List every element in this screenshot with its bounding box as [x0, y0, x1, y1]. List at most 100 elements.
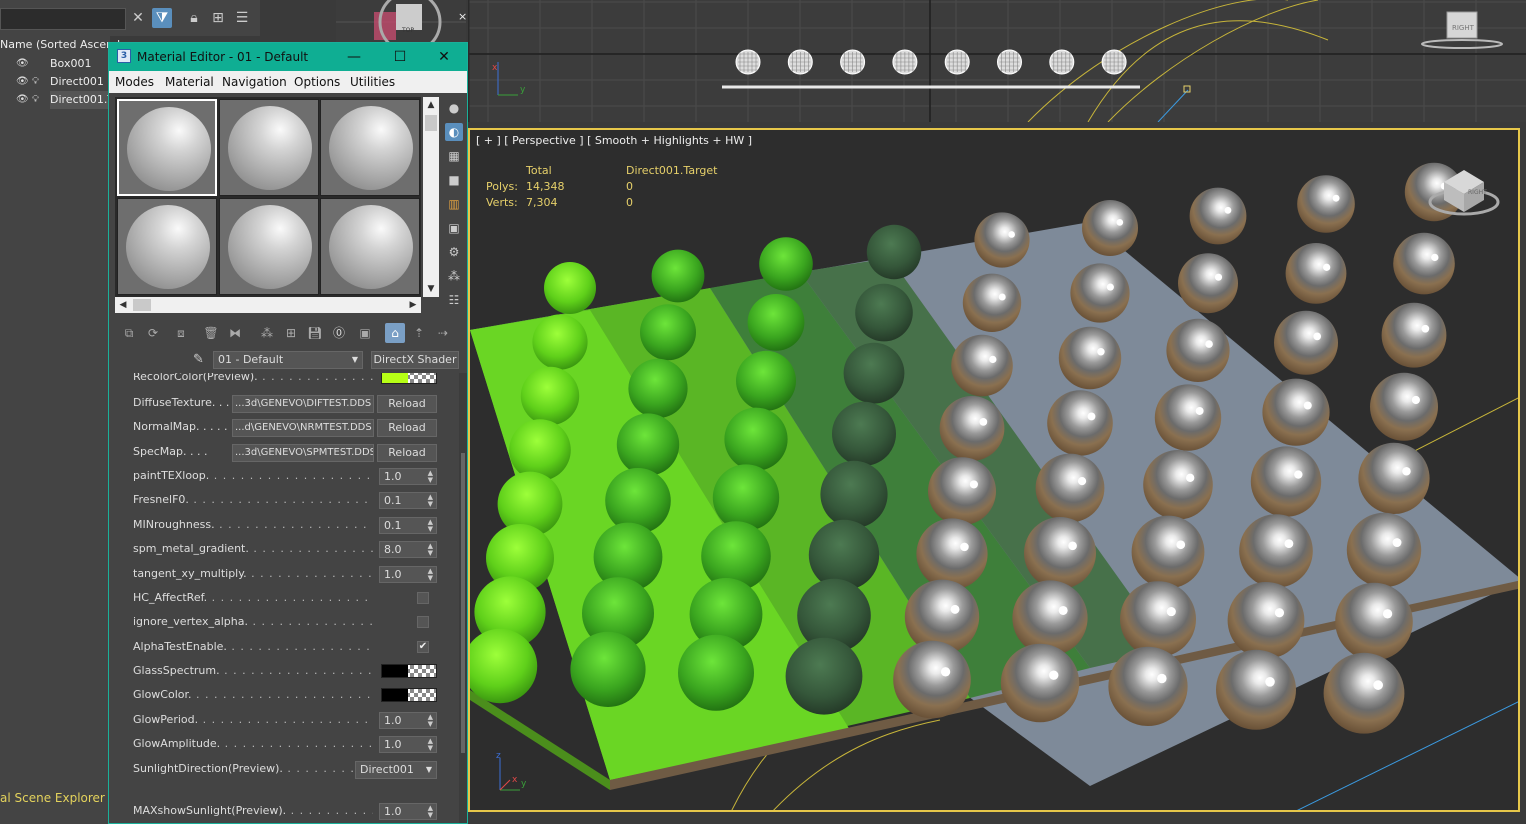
material-id-channel-icon[interactable]: ⓪ — [329, 323, 349, 343]
scene-search-input[interactable] — [0, 8, 126, 30]
name-column-header[interactable]: Name (Sorted Ascending) — [0, 36, 120, 54]
layers-icon[interactable]: ☰ — [232, 8, 252, 28]
sample-slot-2[interactable] — [219, 99, 319, 196]
spinner-arrows-icon[interactable]: ▲ ▼ — [428, 542, 433, 557]
glow-amplitude-spinner[interactable]: 1.0 ▲ ▼ — [379, 736, 437, 753]
visibility-eye-icon[interactable]: 👁︎ — [16, 91, 29, 109]
alpha-test-enable-checkbox[interactable]: ✔ — [417, 641, 429, 653]
put-to-library-icon[interactable]: ⊞ — [281, 323, 301, 343]
spinner-arrows-icon[interactable]: ▲ ▼ — [428, 737, 433, 752]
video-color-check-icon[interactable]: ▥ — [445, 195, 463, 213]
sunlight-direction-dropdown[interactable]: Direct001 ▼ — [355, 761, 437, 779]
tangent-xy-multiply-spinner[interactable]: 1.0 ▲ ▼ — [379, 566, 437, 583]
scene-item-box001[interactable]: 👁︎ Box001 — [0, 55, 110, 73]
get-material-icon[interactable]: ⧉ — [119, 323, 139, 343]
sample-slot-6[interactable] — [320, 198, 420, 295]
material-editor-titlebar[interactable]: 3 Material Editor - 01 - Default — ☐ ✕ — [109, 43, 467, 71]
slots-vertical-scrollbar[interactable]: ▲ ▼ — [423, 97, 439, 297]
sample-slot-4[interactable] — [117, 198, 217, 295]
make-preview-icon[interactable]: ▣ — [445, 219, 463, 237]
scene-explorer-footer[interactable]: al Scene Explorer — [0, 788, 110, 808]
material-editor-window[interactable]: 3 Material Editor - 01 - Default — ☐ ✕ M… — [108, 42, 468, 824]
clear-search-icon[interactable]: ✕ — [128, 8, 148, 28]
spinner-arrows-icon[interactable]: ▲ ▼ — [428, 518, 433, 533]
spm-metal-gradient-spinner[interactable]: 8.0 ▲ ▼ — [379, 541, 437, 558]
eyedropper-icon[interactable]: ✎ — [193, 351, 209, 369]
scroll-left-icon[interactable]: ◀ — [115, 297, 131, 313]
options-icon[interactable]: ⚙ — [445, 243, 463, 261]
min-roughness-spinner[interactable]: 0.1 ▲ ▼ — [379, 517, 437, 534]
spec-reload-button[interactable]: Reload — [377, 444, 437, 462]
go-forward-to-sibling-icon[interactable]: ⇢ — [433, 323, 453, 343]
lock-icon[interactable]: 🔒︎ — [184, 8, 204, 28]
viewport-label[interactable]: [ + ] [ Perspective ] [ Smooth + Highlig… — [476, 134, 752, 147]
scroll-right-icon[interactable]: ▶ — [405, 297, 421, 313]
filter-icon[interactable]: ⧩ — [152, 8, 172, 28]
hc-affect-ref-checkbox[interactable] — [417, 592, 429, 604]
make-unique-icon[interactable]: ⁂ — [257, 323, 277, 343]
select-by-material-icon[interactable]: ⁂ — [445, 267, 463, 285]
go-to-parent-icon[interactable]: ⇡ — [409, 323, 429, 343]
assign-to-selection-icon[interactable]: ⧈ — [171, 323, 191, 343]
recolor-swatch[interactable] — [381, 373, 437, 384]
spinner-arrows-icon[interactable]: ▲ ▼ — [428, 713, 433, 728]
sample-type-icon[interactable]: ● — [445, 99, 463, 117]
slots-horizontal-scrollbar[interactable]: ◀ ▶ — [115, 297, 421, 313]
normal-file-button[interactable]: ...d\GENEVO\NRMTEST.DDS — [232, 419, 374, 437]
menu-navigation[interactable]: Navigation — [222, 71, 287, 93]
max-show-sunlight-spinner[interactable]: 1.0 ▲ ▼ — [379, 803, 437, 820]
fresnel-f0-spinner[interactable]: 0.1 ▲ ▼ — [379, 492, 437, 509]
diffuse-reload-button[interactable]: Reload — [377, 395, 437, 413]
sample-slot-3[interactable] — [320, 99, 420, 196]
material-type-button[interactable]: DirectX Shader — [371, 351, 459, 369]
save-icon[interactable]: 💾︎ — [305, 323, 325, 343]
glow-period-spinner[interactable]: 1.0 ▲ ▼ — [379, 712, 437, 729]
spinner-arrows-icon[interactable]: ▲ ▼ — [428, 469, 433, 484]
make-copy-icon[interactable]: ⧓ — [225, 323, 245, 343]
visibility-eye-icon[interactable]: 👁︎ — [16, 55, 29, 73]
glow-color-swatch[interactable] — [381, 688, 437, 702]
spec-file-button[interactable]: ...3d\GENEVO\SPMTEST.DDS — [232, 444, 374, 462]
scene-item-direct001[interactable]: 👁︎ 💡︎ Direct001 — [0, 73, 110, 91]
maximize-button[interactable]: ☐ — [377, 43, 423, 71]
scene-item-direct001-target[interactable]: 👁︎ 💡︎ Direct001.Target — [0, 91, 148, 109]
spinner-arrows-icon[interactable]: ▲ ▼ — [428, 567, 433, 582]
perspective-viewport[interactable]: [ + ] [ Perspective ] [ Smooth + Highlig… — [468, 128, 1520, 812]
top-viewport[interactable]: x y RIGHT — [468, 0, 1526, 122]
sample-slot-5[interactable] — [219, 198, 319, 295]
menu-modes[interactable]: Modes — [115, 71, 154, 93]
show-shaded-icon[interactable]: ▣ — [355, 323, 375, 343]
material-map-navigator-icon[interactable]: ☷ — [445, 291, 463, 309]
top-viewcube[interactable]: RIGHT — [1421, 11, 1503, 49]
material-name-dropdown[interactable]: 01 - Default ▼ — [213, 351, 363, 369]
backlight-icon[interactable]: ◐ — [445, 123, 463, 141]
scroll-thumb[interactable] — [461, 453, 465, 753]
parameters-scrollbar[interactable] — [459, 373, 467, 823]
spinner-arrows-icon[interactable]: ▲ ▼ — [428, 804, 433, 819]
sample-slot-1[interactable] — [117, 99, 217, 196]
sample-uv-tiling-icon[interactable]: ■ — [445, 171, 463, 189]
minimize-button[interactable]: — — [331, 43, 377, 71]
background-checker-icon[interactable]: ▦ — [445, 147, 463, 165]
scroll-down-icon[interactable]: ▼ — [423, 281, 439, 297]
ignore-vertex-alpha-checkbox[interactable] — [417, 616, 429, 628]
diffuse-file-button[interactable]: ...3d\GENEVO\DIFTEST.DDS — [232, 395, 374, 413]
menu-options[interactable]: Options — [294, 71, 340, 93]
viewcube[interactable]: RIGHT — [1418, 160, 1508, 230]
scroll-thumb[interactable] — [425, 115, 437, 131]
menu-utilities[interactable]: Utilities — [350, 71, 395, 93]
visibility-eye-icon[interactable]: 👁︎ — [16, 73, 29, 91]
scroll-up-icon[interactable]: ▲ — [423, 97, 439, 113]
scene-sphere — [951, 334, 1013, 397]
spinner-arrows-icon[interactable]: ▲ ▼ — [428, 493, 433, 508]
hierarchy-icon[interactable]: ⊞ — [208, 8, 228, 28]
reset-map-icon[interactable]: 🗑︎ — [201, 323, 221, 343]
paint-tex-loop-spinner[interactable]: 1.0 ▲ ▼ — [379, 468, 437, 485]
close-button[interactable]: ✕ — [421, 43, 467, 71]
show-end-result-icon[interactable]: ⌂ — [385, 323, 405, 343]
put-to-scene-icon[interactable]: ⟳ — [143, 323, 163, 343]
glass-spectrum-swatch[interactable] — [381, 664, 437, 678]
normal-reload-button[interactable]: Reload — [377, 419, 437, 437]
menu-material[interactable]: Material — [165, 71, 214, 93]
scroll-thumb[interactable] — [133, 299, 151, 311]
